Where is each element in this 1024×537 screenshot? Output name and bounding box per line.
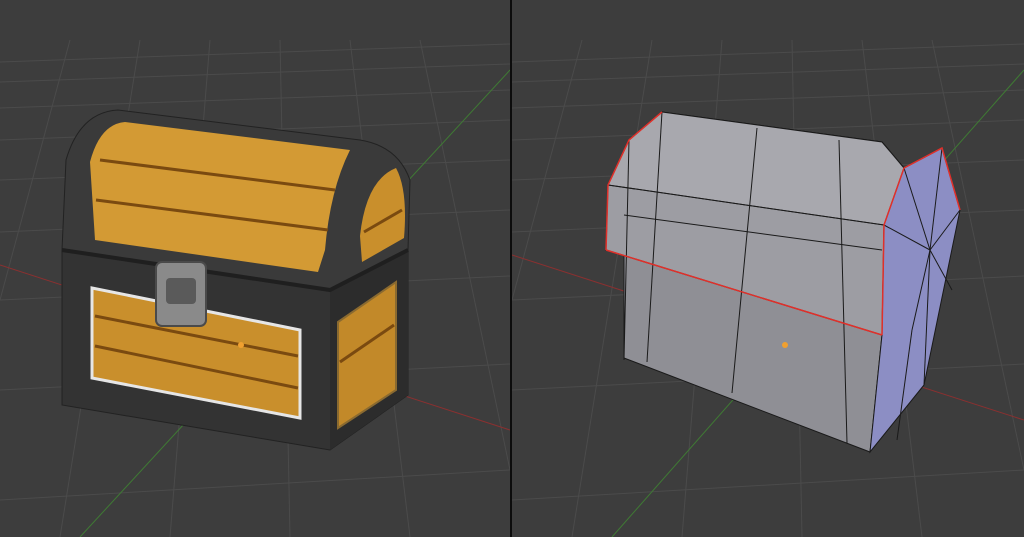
viewport-wireframe[interactable] [512,0,1024,537]
viewport-textured-canvas[interactable] [0,0,510,537]
treasure-chest-textured[interactable] [61,109,411,451]
viewport-wireframe-canvas[interactable] [512,0,1024,537]
origin-point [782,342,788,348]
viewport-textured[interactable] [0,0,510,537]
origin-point [238,342,244,348]
latch-icon [155,261,207,327]
